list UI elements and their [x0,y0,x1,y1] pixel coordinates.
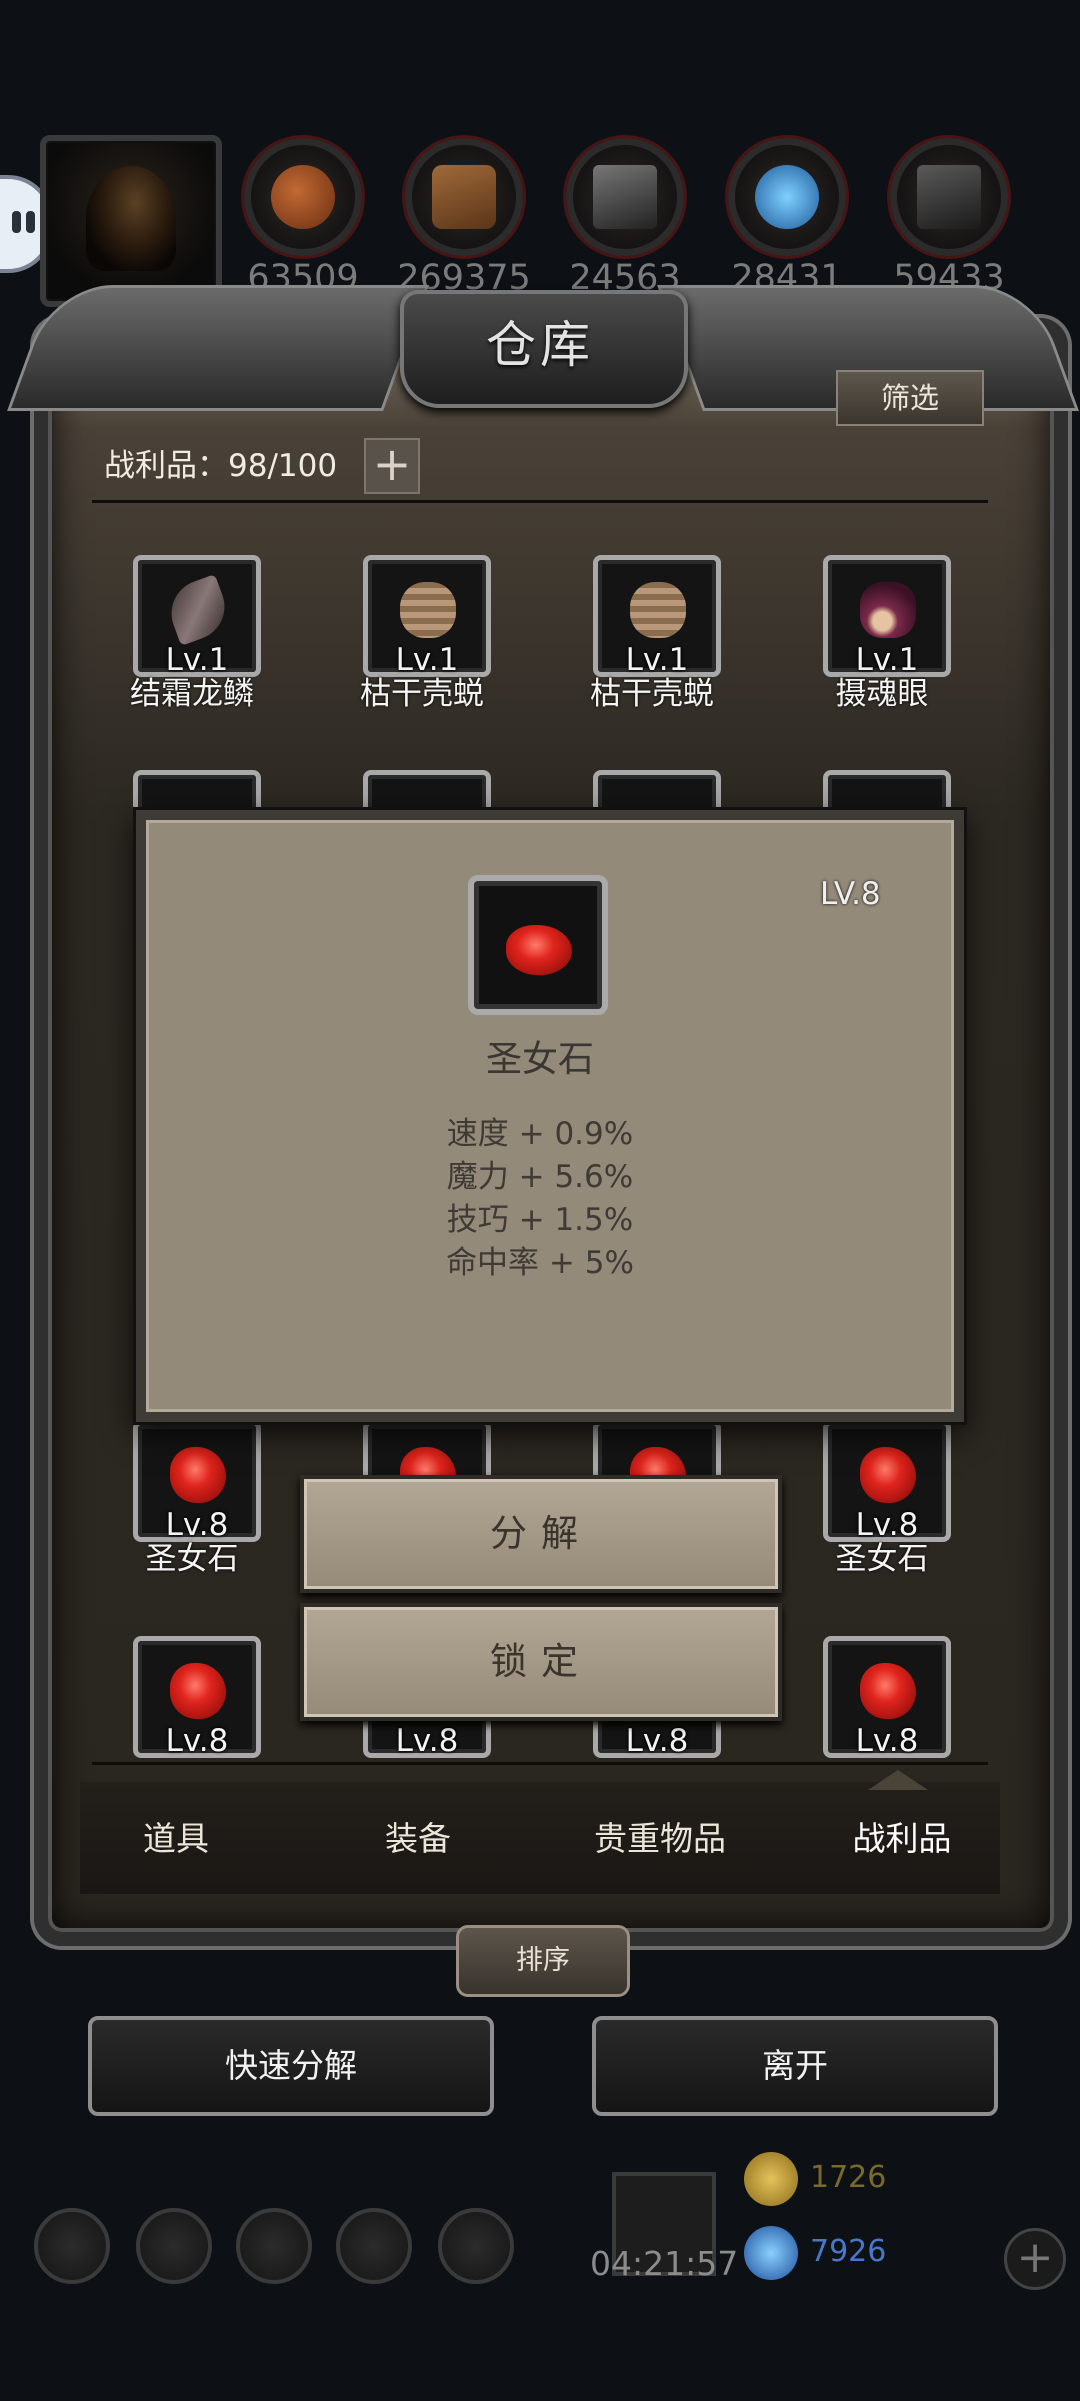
expand-capacity-button[interactable]: + [364,438,420,494]
lock-button[interactable]: 锁定 [300,1603,782,1721]
popup-item-slot [468,875,608,1015]
item-slot[interactable]: Lv.8 [823,1420,951,1543]
page-title: 仓库 [486,316,594,374]
saint-stone-icon [170,1447,226,1503]
divider [92,1762,988,1765]
sort-button[interactable]: 排序 [456,1925,630,1997]
wood-icon [405,138,523,256]
add-currency-button[interactable]: + [1004,2228,1066,2290]
shop-icon[interactable] [438,2208,514,2284]
hero-portrait[interactable] [40,135,222,307]
settings-icon[interactable] [34,2208,110,2284]
saint-stone-icon [506,925,572,975]
iron-icon [566,138,684,256]
filter-button[interactable]: 筛选 [836,370,984,426]
frame-ornament-left [7,285,429,411]
item-name: 枯干壳蜕 [590,676,714,712]
gem-amount: 7926 [810,2234,887,2269]
stat-line: 魔力 + 5.6% [446,1159,634,1195]
decompose-button[interactable]: 分解 [300,1475,782,1593]
achievement-icon[interactable] [136,2208,212,2284]
item-name: 圣女石 [145,1541,239,1577]
item-level: Lv.8 [855,1723,919,1759]
saint-stone-icon [860,1447,916,1503]
tab-valuables[interactable]: 贵重物品 [550,1812,770,1860]
gem-icon [744,2226,798,2280]
item-slot[interactable]: Lv.1 [133,555,261,678]
item-name: 圣女石 [835,1541,929,1577]
stat-line: 技巧 + 1.5% [446,1202,634,1238]
tab-equipment[interactable]: 装备 [308,1812,528,1860]
item-slot[interactable]: Lv.8 [133,1420,261,1543]
tab-loot[interactable]: 战利品 [792,1812,1012,1860]
stone-icon [890,138,1008,256]
dried-shell-icon [400,582,456,638]
gift-timer: 04:21:57 [590,2244,739,2283]
dragon-scale-icon [162,574,234,646]
quick-decompose-button[interactable]: 快速分解 [88,2016,494,2116]
popup-item-level: LV.8 [820,876,881,912]
item-name: 摄魂眼 [835,676,929,712]
soul-eye-icon [860,582,916,638]
divider [92,500,988,503]
popup-item-name: 圣女石 [485,1039,594,1080]
stat-line: 速度 + 0.9% [446,1116,634,1152]
gold-coin-icon [744,2152,798,2206]
item-level: Lv.8 [625,1723,689,1759]
stat-line: 命中率 + 5% [446,1245,634,1281]
saint-stone-icon [170,1663,226,1719]
item-slot[interactable]: Lv.1 [823,555,951,678]
item-name: 枯干壳蜕 [360,676,484,712]
item-name: 结霜龙鳞 [130,676,254,712]
crystal-icon [728,138,846,256]
item-level: Lv.8 [165,1723,229,1759]
item-slot[interactable]: Lv.8 [133,1636,261,1759]
leave-button[interactable]: 离开 [592,2016,998,2116]
item-slot[interactable]: Lv.1 [363,555,491,678]
tab-items[interactable]: 道具 [66,1812,286,1860]
item-slot[interactable]: Lv.1 [593,555,721,678]
guild-icon[interactable] [236,2208,312,2284]
capacity-label: 战利品：98/100 [104,448,338,484]
saint-stone-icon [860,1663,916,1719]
dried-shell-icon [630,582,686,638]
item-slot[interactable]: Lv.8 [823,1636,951,1759]
gold-amount: 1726 [810,2160,887,2195]
mail-icon[interactable] [336,2208,412,2284]
meat-icon [244,138,362,256]
item-level: Lv.8 [395,1723,459,1759]
